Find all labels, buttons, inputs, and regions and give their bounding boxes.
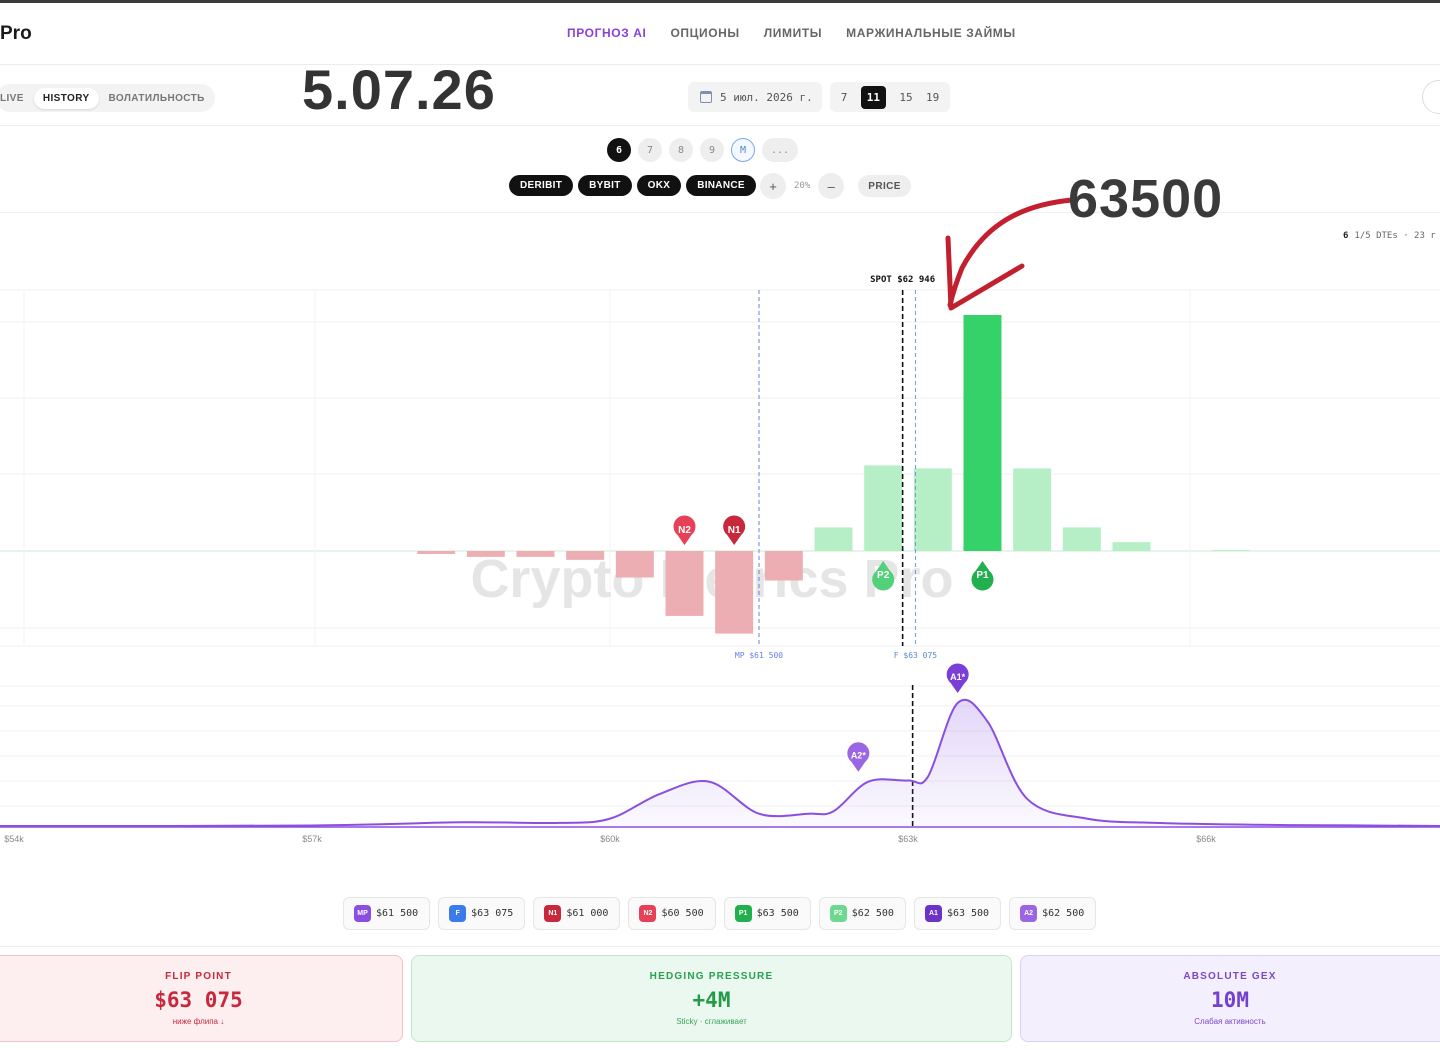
gex-bar bbox=[715, 551, 754, 634]
gex-bar bbox=[1112, 542, 1151, 551]
gex-bar bbox=[913, 468, 952, 551]
gex-bar bbox=[566, 551, 605, 560]
svg-text:N2: N2 bbox=[678, 525, 691, 536]
svg-text:P2: P2 bbox=[877, 570, 890, 581]
gex-bar bbox=[864, 465, 903, 551]
activity-area bbox=[0, 699, 1440, 827]
x-tick-label: $57k bbox=[302, 834, 322, 844]
chip-tag: N2 bbox=[639, 905, 657, 922]
gex-bar bbox=[1062, 527, 1101, 551]
gex-bar bbox=[963, 315, 1002, 551]
flip-label: F $63 075 bbox=[894, 651, 938, 660]
card-value: 10M bbox=[1211, 988, 1249, 1012]
flip-point-card: FLIP POINT $63 075 ниже флипа ↓ bbox=[0, 955, 403, 1042]
chip-value: $62 500 bbox=[1042, 908, 1085, 919]
gex-bar bbox=[814, 527, 853, 551]
chip-tag: MP bbox=[354, 905, 371, 922]
x-tick-label: $66k bbox=[1196, 834, 1216, 844]
legend-chip-a2[interactable]: A2 $62 500 bbox=[1009, 897, 1097, 930]
activity-pin-a1: A1* bbox=[946, 663, 969, 693]
chip-value: $60 500 bbox=[661, 908, 704, 919]
gex-chart: Crypto Metrics Pro SPOT $62 946MP $61 50… bbox=[0, 197, 1440, 844]
legend-chip-a1[interactable]: A1 $63 500 bbox=[913, 897, 1002, 930]
legend-chip-mp[interactable]: MP $61 500 bbox=[343, 897, 431, 930]
chip-tag: N1 bbox=[544, 905, 562, 922]
chip-tag: P2 bbox=[829, 905, 847, 922]
svg-text:P1: P1 bbox=[976, 570, 989, 581]
gex-bar bbox=[417, 551, 456, 554]
x-tick-label: $60k bbox=[600, 834, 620, 844]
x-tick-label: $63k bbox=[898, 834, 918, 844]
chip-value: $63 075 bbox=[471, 908, 514, 919]
pin-p1: P1 bbox=[971, 561, 994, 591]
svg-text:A2*: A2* bbox=[851, 751, 867, 761]
card-value: $63 075 bbox=[154, 988, 243, 1012]
hand-drawn-arrow bbox=[945, 197, 1075, 311]
chip-value: $63 500 bbox=[946, 908, 990, 919]
svg-text:N1: N1 bbox=[728, 525, 741, 536]
legend-chip-p1[interactable]: P1 $63 500 bbox=[723, 897, 811, 930]
x-tick-label: $54k bbox=[4, 834, 24, 844]
card-subtitle: Слабая активность bbox=[1194, 1017, 1266, 1026]
chip-tag: A2 bbox=[1020, 905, 1038, 922]
card-subtitle: ниже флипа ↓ bbox=[172, 1017, 225, 1026]
hedging-pressure-card: HEDGING PRESSURE +4M Sticky · сглаживает bbox=[411, 955, 1012, 1042]
gex-bar bbox=[466, 551, 505, 557]
spot-label: SPOT $62 946 bbox=[870, 275, 935, 285]
card-label: FLIP POINT bbox=[165, 971, 232, 982]
pin-n1: N1 bbox=[723, 515, 746, 545]
max-pain-label: MP $61 500 bbox=[735, 651, 783, 660]
legend-chip-n1[interactable]: N1 $61 000 bbox=[533, 897, 621, 930]
chip-value: $63 500 bbox=[756, 908, 799, 919]
legend-chips: MP $61 500 F $63 075 N1 $61 000 N2 $60 500 P1 $63… bbox=[343, 897, 1097, 930]
svg-text:A1*: A1* bbox=[950, 672, 966, 682]
card-value: +4M bbox=[692, 988, 731, 1012]
pin-n2: N2 bbox=[673, 515, 696, 545]
legend-chip-p2[interactable]: P2 $62 500 bbox=[818, 897, 906, 930]
chip-tag: A1 bbox=[924, 905, 942, 922]
card-label: ABSOLUTE GEX bbox=[1183, 971, 1277, 982]
gex-bar bbox=[516, 551, 555, 557]
gex-bar bbox=[615, 551, 654, 578]
chip-value: $61 000 bbox=[566, 908, 609, 919]
price-annotation: 63500 bbox=[1068, 169, 1224, 229]
activity-pin-a2: A2* bbox=[847, 742, 870, 772]
gex-bar bbox=[764, 551, 803, 581]
legend-chip-f[interactable]: F $63 075 bbox=[438, 897, 526, 930]
chip-tag: F bbox=[449, 905, 467, 922]
card-subtitle: Sticky · сглаживает bbox=[676, 1017, 747, 1026]
legend-chip-n2[interactable]: N2 $60 500 bbox=[628, 897, 716, 930]
chip-value: $62 500 bbox=[851, 908, 894, 919]
gex-bar bbox=[1013, 468, 1052, 551]
chip-value: $61 500 bbox=[376, 908, 419, 919]
card-label: HEDGING PRESSURE bbox=[649, 971, 774, 982]
gex-bar bbox=[665, 551, 704, 616]
absolute-gex-card: ABSOLUTE GEX 10M Слабая активность bbox=[1020, 955, 1440, 1042]
cards-divider bbox=[0, 946, 1440, 947]
chip-tag: P1 bbox=[734, 905, 752, 922]
gex-bar bbox=[1211, 550, 1250, 552]
